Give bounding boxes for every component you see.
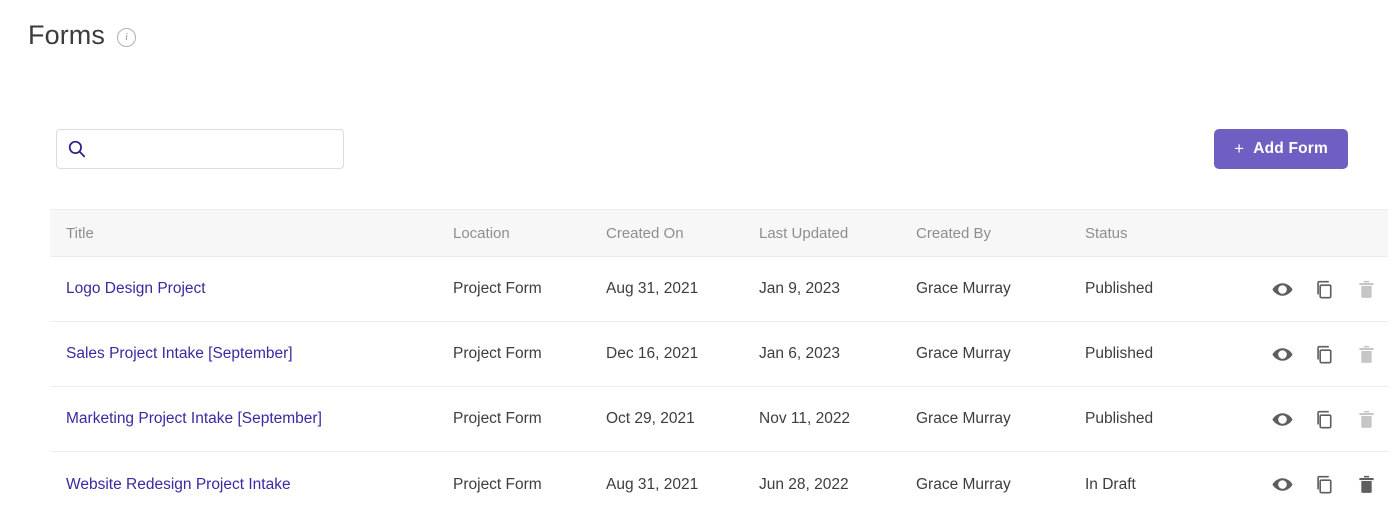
forms-page: Forms i + Add Form Title Location Create… — [0, 0, 1395, 514]
cell-created-on: Oct 29, 2021 — [606, 410, 695, 427]
cell-last-updated: Jan 9, 2023 — [759, 280, 841, 297]
trash-icon — [1354, 342, 1378, 366]
table-row: Marketing Project Intake [September] Pro… — [50, 387, 1388, 452]
cell-created-on: Aug 31, 2021 — [606, 475, 699, 493]
trash-icon — [1354, 277, 1378, 301]
page-header: Forms i — [28, 22, 136, 49]
copy-icon[interactable] — [1312, 407, 1336, 431]
form-title-link[interactable]: Marketing Project Intake [September] — [66, 410, 322, 427]
status-badge: Published — [1085, 345, 1154, 362]
cell-location: Project Form — [453, 345, 542, 362]
cell-location: Project Form — [453, 410, 542, 427]
copy-icon[interactable] — [1312, 473, 1336, 497]
cell-location: Project Form — [453, 280, 542, 297]
search-input[interactable] — [95, 129, 333, 169]
row-actions — [1263, 407, 1388, 431]
cell-title: Marketing Project Intake [September] — [50, 410, 453, 428]
page-title: Forms — [28, 20, 105, 50]
toolbar: + Add Form — [56, 128, 1348, 170]
eye-icon[interactable] — [1270, 277, 1294, 301]
form-title-link[interactable]: Website Redesign Project Intake — [66, 476, 291, 493]
forms-table: Title Location Created On Last Updated C… — [50, 209, 1388, 517]
cell-last-updated: Jan 6, 2023 — [759, 345, 841, 362]
cell-created-by: Grace Murray — [916, 280, 1011, 297]
copy-icon[interactable] — [1312, 277, 1336, 301]
table-header: Title Location Created On Last Updated C… — [50, 209, 1388, 257]
trash-icon[interactable] — [1354, 473, 1378, 497]
column-header-status[interactable]: Status — [1085, 225, 1263, 242]
status-badge: Published — [1085, 410, 1154, 427]
status-badge: Published — [1085, 280, 1154, 297]
table-row: Logo Design Project Project Form Aug 31,… — [50, 257, 1388, 322]
cell-title: Website Redesign Project Intake — [50, 476, 453, 494]
column-header-created-on[interactable]: Created On — [606, 225, 759, 242]
cell-last-updated: Nov 11, 2022 — [759, 410, 851, 427]
cell-location: Project Form — [453, 475, 542, 493]
cell-created-by: Grace Murray — [916, 475, 1011, 493]
eye-icon[interactable] — [1270, 407, 1294, 431]
add-form-button[interactable]: + Add Form — [1214, 129, 1348, 169]
row-actions — [1263, 342, 1388, 366]
copy-icon[interactable] — [1312, 342, 1336, 366]
column-header-created-by[interactable]: Created By — [916, 225, 1085, 242]
trash-icon — [1354, 407, 1378, 431]
table-body: Logo Design Project Project Form Aug 31,… — [50, 257, 1388, 517]
row-actions — [1263, 473, 1388, 497]
column-header-last-updated[interactable]: Last Updated — [759, 225, 916, 242]
row-actions — [1263, 277, 1388, 301]
info-circle-icon[interactable]: i — [117, 28, 136, 47]
table-row: Website Redesign Project Intake Project … — [50, 452, 1388, 517]
column-header-location[interactable]: Location — [453, 225, 606, 242]
search-icon — [67, 139, 87, 159]
cell-created-by: Grace Murray — [916, 410, 1011, 427]
table-row: Sales Project Intake [September] Project… — [50, 322, 1388, 387]
form-title-link[interactable]: Sales Project Intake [September] — [66, 345, 293, 362]
cell-created-by: Grace Murray — [916, 345, 1011, 362]
column-header-title[interactable]: Title — [50, 225, 453, 242]
status-badge: In Draft — [1085, 475, 1136, 493]
search-box[interactable] — [56, 129, 344, 169]
cell-title: Logo Design Project — [50, 280, 453, 298]
plus-icon: + — [1234, 139, 1245, 158]
cell-title: Sales Project Intake [September] — [50, 345, 453, 363]
eye-icon[interactable] — [1270, 473, 1294, 497]
cell-created-on: Aug 31, 2021 — [606, 280, 699, 297]
eye-icon[interactable] — [1270, 342, 1294, 366]
cell-created-on: Dec 16, 2021 — [606, 345, 699, 362]
add-form-label: Add Form — [1253, 140, 1328, 157]
cell-last-updated: Jun 28, 2022 — [759, 475, 849, 493]
form-title-link[interactable]: Logo Design Project — [66, 280, 206, 297]
